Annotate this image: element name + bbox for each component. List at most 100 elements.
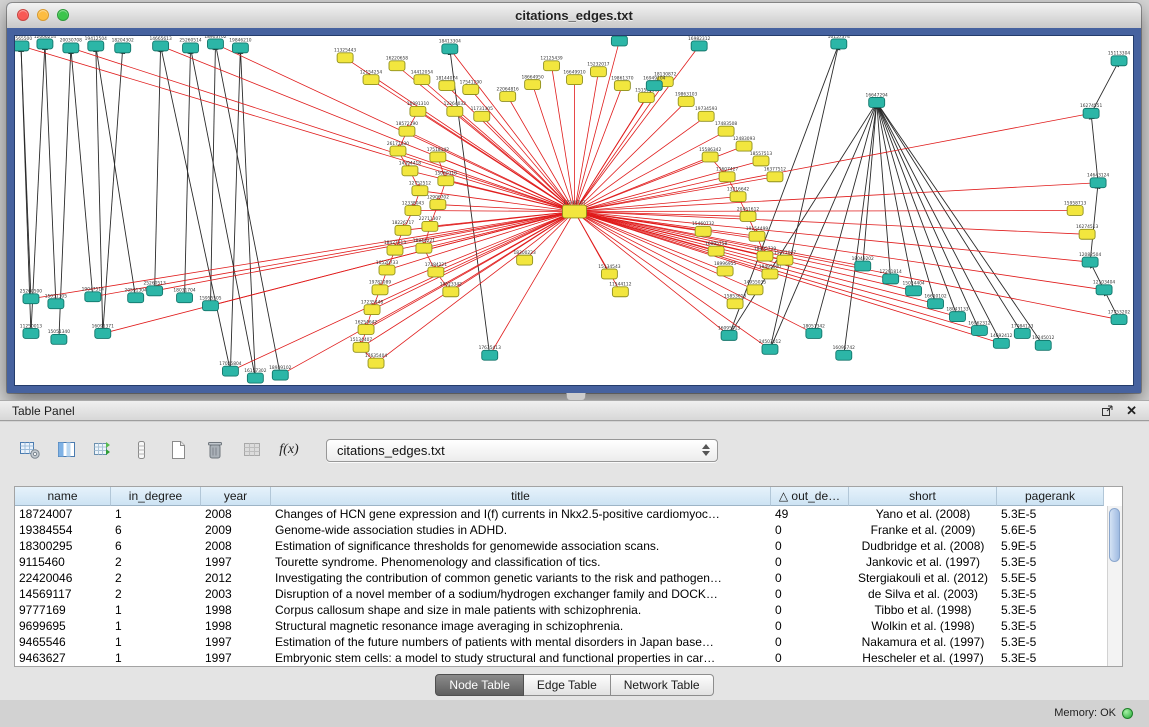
graph-node[interactable] (63, 43, 79, 53)
graph-node[interactable] (368, 358, 384, 368)
column-header-in_degree[interactable]: in_degree (111, 487, 201, 506)
import-table-button[interactable] (236, 436, 268, 464)
graph-node[interactable] (442, 44, 458, 54)
graph-node[interactable] (757, 251, 773, 261)
graph-node[interactable] (23, 294, 39, 304)
graph-node[interactable] (747, 285, 763, 295)
graph-node[interactable] (1079, 229, 1095, 239)
graph-node[interactable] (430, 200, 446, 210)
graph-node[interactable] (836, 350, 852, 360)
table-row[interactable]: 1830029562008Estimation of significance … (15, 538, 1122, 554)
graph-node[interactable] (1082, 257, 1098, 267)
column-header-short[interactable]: short (849, 487, 997, 506)
graph-node[interactable] (762, 344, 778, 354)
table-row[interactable]: 2242004622012Investigating the contribut… (15, 570, 1122, 586)
graph-node[interactable] (1096, 285, 1112, 295)
graph-node[interactable] (379, 265, 395, 275)
table-scrollbar-thumb[interactable] (1109, 508, 1120, 562)
graph-node[interactable] (147, 286, 163, 296)
graph-node[interactable] (363, 75, 379, 85)
table-row[interactable]: 969969511998Structural magnetic resonanc… (15, 618, 1122, 634)
graph-node[interactable] (762, 269, 778, 279)
graph-node[interactable] (402, 166, 418, 176)
graph-node[interactable] (177, 293, 193, 303)
column-header-year[interactable]: year (201, 487, 271, 506)
graph-node[interactable] (500, 92, 516, 102)
table-row[interactable]: 1872400712008Changes of HCN gene express… (15, 506, 1122, 522)
column-header-name[interactable]: name (15, 487, 111, 506)
graph-node[interactable] (15, 41, 29, 51)
column-header-pagerank[interactable]: pagerank (997, 487, 1104, 506)
table-row[interactable]: 1938455462009Genome-wide association stu… (15, 522, 1122, 538)
graph-node[interactable] (439, 81, 455, 91)
graph-node[interactable] (1090, 178, 1106, 188)
graph-node[interactable] (928, 299, 944, 309)
graph-node[interactable] (428, 267, 444, 277)
tab-edge-table[interactable]: Edge Table (524, 674, 611, 696)
graph-node[interactable] (906, 286, 922, 296)
close-window-button[interactable] (17, 9, 29, 21)
graph-node[interactable] (353, 342, 369, 352)
graph-node[interactable] (638, 93, 654, 103)
graph-node[interactable] (777, 255, 793, 265)
table-row[interactable]: 946554611997Estimation of the future num… (15, 634, 1122, 650)
graph-node[interactable] (721, 330, 737, 340)
graph-node[interactable] (358, 325, 374, 335)
graph-node[interactable] (590, 67, 606, 77)
graph-node[interactable] (869, 97, 885, 107)
graph-node[interactable] (698, 111, 714, 121)
graph-node[interactable] (416, 243, 432, 253)
graph-node[interactable] (414, 75, 430, 85)
close-panel-icon[interactable]: ✕ (1126, 405, 1137, 417)
graph-node[interactable] (183, 43, 199, 53)
graph-node[interactable] (1014, 328, 1030, 338)
graph-node[interactable] (855, 261, 871, 271)
graph-node[interactable] (708, 246, 724, 256)
graph-node[interactable] (727, 299, 743, 309)
graph-node[interactable] (753, 156, 769, 166)
graph-node[interactable] (88, 41, 104, 51)
graph-node[interactable] (563, 205, 587, 218)
graph-node[interactable] (702, 152, 718, 162)
table-row[interactable]: 977716911998Corpus callosum shape and si… (15, 602, 1122, 618)
graph-node[interactable] (831, 39, 847, 49)
graph-node[interactable] (48, 299, 64, 309)
column-header-out_de[interactable]: △ out_de… (771, 487, 849, 506)
graph-node[interactable] (474, 111, 490, 121)
graph-node[interactable] (232, 43, 248, 53)
tab-network-table[interactable]: Network Table (611, 674, 714, 696)
graph-node[interactable] (883, 274, 899, 284)
graph-node[interactable] (601, 269, 617, 279)
graph-node[interactable] (1083, 108, 1099, 118)
graph-node[interactable] (740, 211, 756, 221)
graph-node[interactable] (717, 266, 733, 276)
graph-node[interactable] (544, 61, 560, 71)
graph-node[interactable] (993, 338, 1009, 348)
graph-node[interactable] (412, 186, 428, 196)
graph-node[interactable] (207, 39, 223, 49)
graph-node[interactable] (1111, 56, 1127, 66)
graph-node[interactable] (37, 39, 53, 49)
column-header-title[interactable]: title (271, 487, 771, 506)
graph-node[interactable] (1067, 206, 1083, 216)
graph-node[interactable] (736, 141, 752, 151)
graph-node[interactable] (247, 373, 263, 383)
graph-node[interactable] (730, 192, 746, 202)
table-scrollbar[interactable] (1107, 506, 1122, 666)
show-columns-button[interactable] (51, 436, 83, 464)
function-builder-button[interactable]: f(x) (273, 436, 305, 464)
graph-node[interactable] (695, 226, 711, 236)
graph-node[interactable] (482, 350, 498, 360)
graph-node[interactable] (395, 225, 411, 235)
graph-node[interactable] (95, 328, 111, 338)
graph-node[interactable] (678, 96, 694, 106)
graph-node[interactable] (272, 370, 288, 380)
graph-node[interactable] (749, 231, 765, 241)
export-table-button[interactable] (88, 436, 120, 464)
graph-node[interactable] (222, 366, 238, 376)
graph-node[interactable] (430, 152, 446, 162)
table-row[interactable]: 911546021997Tourette syndrome. Phenomeno… (15, 554, 1122, 570)
delete-table-button[interactable] (199, 436, 231, 464)
row-height-button[interactable] (125, 436, 157, 464)
float-panel-icon[interactable] (1101, 404, 1114, 417)
